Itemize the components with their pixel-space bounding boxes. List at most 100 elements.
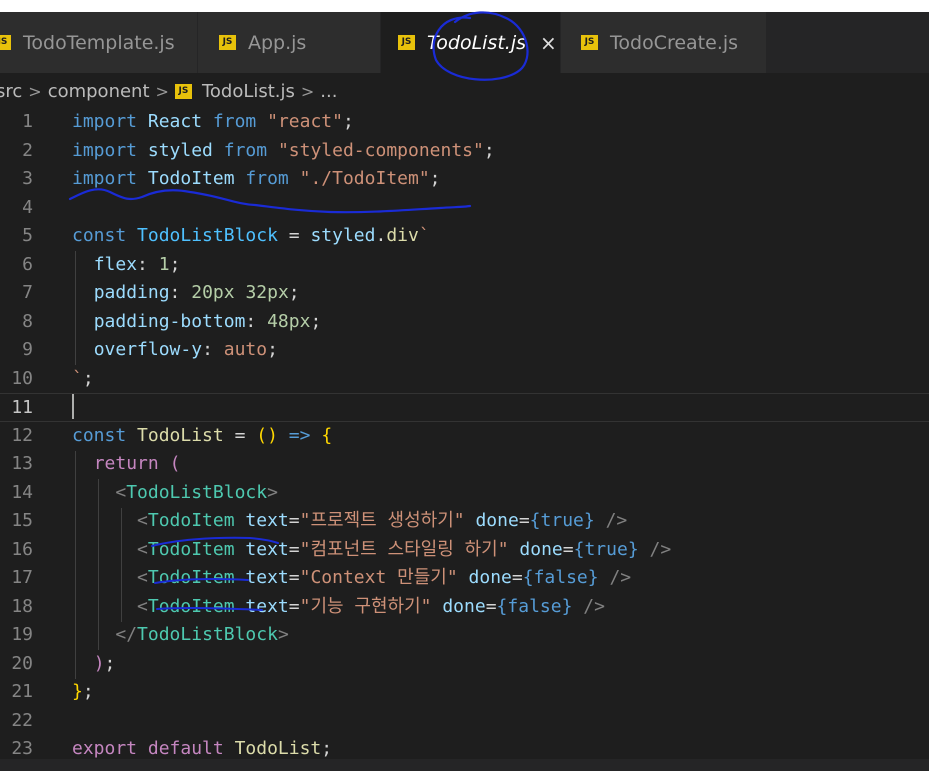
code-line[interactable]: 8 padding-bottom: 48px; (0, 308, 929, 337)
code-line[interactable]: 16 <TodoItem text="컴포넌트 스타일링 하기" done={t… (0, 536, 929, 565)
tab-todotemplate[interactable]: JS TodoTemplate.js (0, 12, 198, 73)
code-text: </TodoListBlock> (72, 621, 288, 650)
code-line[interactable]: 4 (0, 194, 929, 223)
code-token: false (507, 595, 562, 617)
code-line[interactable]: 14 <TodoListBlock> (0, 479, 929, 508)
code-token: ; (82, 367, 94, 389)
code-line[interactable]: 12 const TodoList = () => { (0, 422, 929, 451)
line-number: 22 (11, 709, 33, 731)
js-file-icon: JS (0, 35, 11, 50)
code-token: done (475, 510, 519, 531)
code-editor[interactable]: 1 import React from "react"; 2 import style… (0, 109, 929, 759)
code-text: flex: 1; (72, 251, 181, 280)
code-line[interactable]: 6 flex: 1; (0, 251, 929, 280)
code-line[interactable]: 23 export default TodoList; (0, 735, 929, 759)
tab-todocreate[interactable]: JS TodoCreate.js (561, 12, 767, 73)
code-text: overflow-y: auto; (72, 336, 278, 365)
code-token: 32px (245, 282, 289, 303)
code-token: = (562, 538, 574, 560)
code-line[interactable]: 7 padding: 20px 32px; (0, 279, 929, 308)
line-number: 1 (22, 111, 33, 132)
code-text: const TodoList = () => { (72, 422, 332, 451)
code-token: "프로젝트 생성하기" (299, 510, 465, 531)
code-line[interactable]: 18 <TodoItem text="기능 구현하기" done={false}… (0, 593, 929, 622)
code-token: ; (288, 282, 300, 303)
code-line[interactable]: 2 import styled from "styled-components"; (0, 137, 929, 166)
breadcrumb-item-src[interactable]: src (0, 81, 22, 102)
code-line[interactable]: 22 (0, 707, 929, 736)
code-token: padding (93, 282, 170, 303)
code-token: "컴포넌트 스타일링 하기" (299, 538, 509, 560)
code-token: { (522, 567, 534, 588)
line-number: 6 (22, 253, 33, 275)
breadcrumb-item-symbols[interactable]: ... (320, 81, 337, 102)
code-token: = (518, 510, 530, 531)
window-top-strip (0, 0, 929, 12)
code-token: TodoListBlock (137, 225, 278, 246)
code-token: { (529, 510, 541, 531)
code-text: padding: 20px 32px; (72, 279, 300, 308)
code-token: = (511, 567, 523, 588)
code-line[interactable]: 10 `; (0, 365, 929, 394)
code-line[interactable]: 11 (0, 393, 929, 422)
code-line[interactable]: 5 const TodoListBlock = styled.div` (0, 222, 929, 251)
code-token: default (147, 738, 224, 759)
breadcrumb-item-component[interactable]: component (48, 81, 150, 102)
line-number: 13 (11, 453, 33, 474)
code-text: }; (72, 678, 94, 707)
code-token: } (583, 510, 595, 531)
code-line[interactable]: 1 import React from "react"; (0, 109, 929, 137)
code-token: : (202, 339, 224, 360)
breadcrumb: src > component > JS TodoList.js > ... (0, 73, 929, 109)
chevron-right-icon: > (28, 81, 42, 101)
code-text: <TodoItem text="프로젝트 생성하기" done={true} /… (72, 507, 627, 536)
code-token: < (115, 481, 127, 503)
code-line[interactable]: 17 <TodoItem text="Context 만들기" done={fa… (0, 564, 929, 593)
code-token: styled (310, 225, 376, 246)
code-token: TodoItem (147, 168, 235, 189)
code-line[interactable]: 9 overflow-y: auto; (0, 336, 929, 365)
code-line[interactable]: 3 import TodoItem from "./TodoItem"; (0, 165, 929, 194)
code-token: false (533, 567, 588, 588)
code-token: : (137, 253, 159, 275)
code-token: div (386, 225, 419, 246)
code-token: = (223, 424, 257, 446)
code-line[interactable]: 20 ); (0, 650, 929, 679)
code-line[interactable]: 21}; (0, 678, 929, 707)
tab-label: App.js (248, 31, 307, 54)
close-icon[interactable]: × (540, 31, 557, 55)
line-number: 19 (11, 624, 33, 645)
code-line[interactable]: 19 </TodoListBlock> (0, 621, 929, 650)
js-file-icon: JS (398, 35, 415, 50)
breadcrumb-item-file[interactable]: TodoList.js (202, 81, 295, 102)
line-number: 10 (11, 367, 33, 389)
code-token: ; (321, 738, 333, 759)
code-text: <TodoListBlock> (72, 479, 278, 508)
line-number: 15 (11, 510, 33, 531)
tab-todolist[interactable]: JS TodoList.js × (381, 12, 561, 73)
code-token: text (245, 567, 289, 588)
code-text: return ( (72, 450, 181, 479)
code-line[interactable]: 13 return ( (0, 450, 929, 479)
line-number: 5 (22, 225, 33, 246)
code-token: ; (82, 681, 94, 702)
code-token: ; (429, 168, 441, 189)
code-line[interactable]: 15 <TodoItem text="프로젝트 생성하기" done={true… (0, 507, 929, 536)
line-number: 18 (11, 595, 33, 617)
code-token: from (245, 168, 289, 189)
tab-app[interactable]: JS App.js (198, 12, 381, 73)
code-token: = (288, 538, 300, 560)
